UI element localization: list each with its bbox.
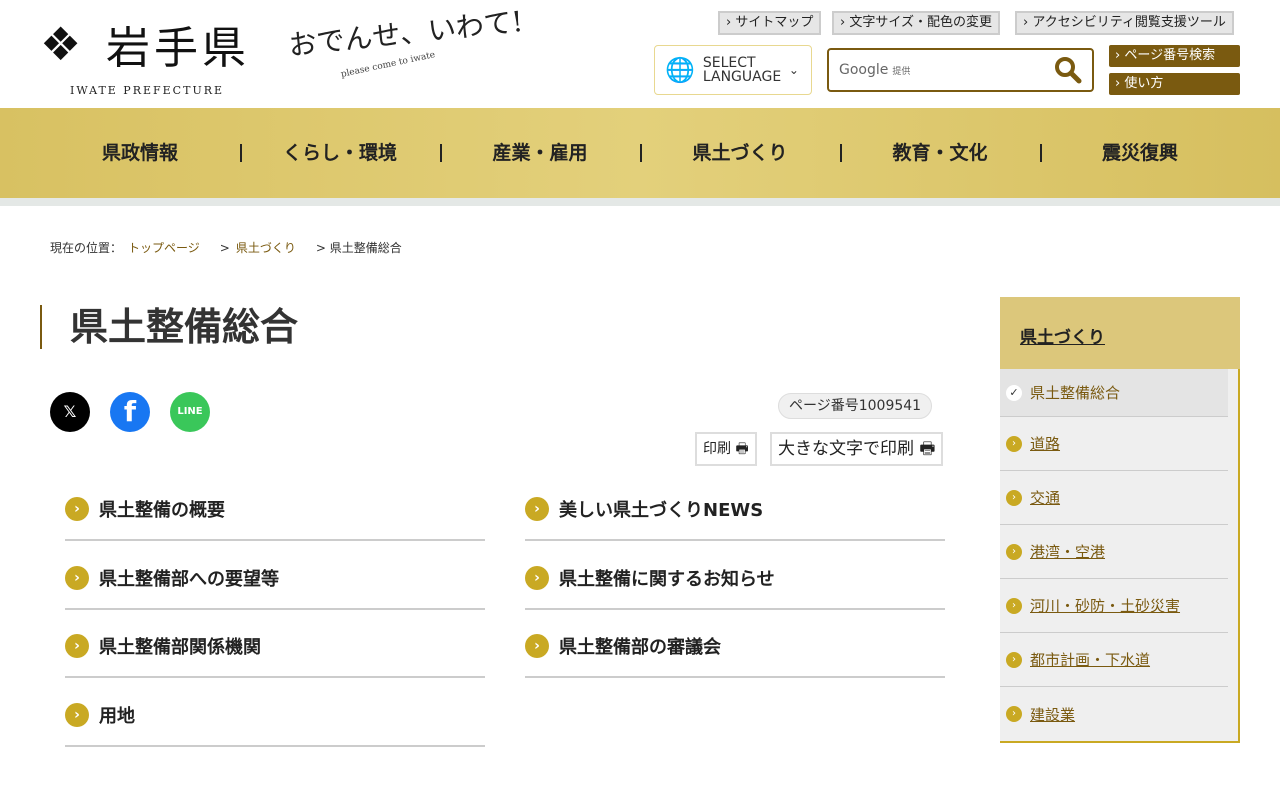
nav-item[interactable]: 県政情報 — [40, 108, 240, 198]
content-link[interactable]: › 県土整備部への要望等 — [65, 541, 485, 610]
link-label: 県土整備部関係機関 — [99, 636, 261, 658]
sidebar-heading: 県土づくり — [1000, 297, 1240, 369]
sitemap-link[interactable]: › サイトマップ — [718, 11, 822, 35]
nav-item[interactable]: 産業・雇用 — [440, 108, 640, 198]
sidebar-item-label: 道路 — [1030, 435, 1061, 453]
site-logo[interactable]: ❖ 岩手県 — [40, 12, 250, 76]
logo-text: 岩手県 — [106, 23, 250, 74]
link-label: 用地 — [99, 705, 135, 727]
prefecture-emblem-icon: ❖ — [40, 17, 82, 71]
chevron-right-icon: › — [525, 496, 549, 521]
sidebar-list: ✓ 県土整備総合 › 道路 › 交通 › 港湾・空港 › 河川・砂防・土砂災害 › 都市計画… — [1000, 369, 1240, 743]
button-label: 印刷 — [703, 441, 731, 457]
content-link[interactable]: › 県土整備部の審議会 — [525, 609, 945, 678]
breadcrumb-link[interactable]: トップページ — [128, 241, 200, 255]
content-link[interactable]: › 県土整備部関係機関 — [65, 609, 485, 678]
howto-button[interactable]: › 使い方 — [1109, 73, 1240, 95]
link-label: 県土整備部への要望等 — [99, 568, 279, 590]
chevron-right-icon: › — [1006, 597, 1022, 614]
chevron-right-icon: › — [1006, 543, 1022, 560]
breadcrumb-current: 県土整備総合 — [329, 241, 402, 255]
facebook-share-icon[interactable]: f — [110, 392, 150, 432]
printer-icon: 🖶 — [735, 441, 749, 457]
sidebar: 県土づくり ✓ 県土整備総合 › 道路 › 交通 › 港湾・空港 › 河川・砂防・土砂災害… — [1000, 297, 1240, 743]
sidebar-item[interactable]: › 交通 — [1000, 471, 1228, 525]
nav-item[interactable]: 教育・文化 — [840, 108, 1040, 198]
link-label: アクセシビリティ閲覧支援ツール — [1032, 15, 1226, 30]
chevron-right-icon: › — [65, 633, 89, 658]
chevron-right-icon: › — [1006, 651, 1022, 668]
printer-icon: 🖶 — [919, 439, 936, 459]
sidebar-item[interactable]: › 道路 — [1000, 417, 1228, 471]
chevron-right-icon: › — [525, 565, 549, 590]
link-label: サイトマップ — [735, 15, 814, 30]
global-nav: 県政情報 くらし・環境 産業・雇用 県土づくり 教育・文化 震災復興 — [0, 108, 1280, 198]
accessibility-link[interactable]: › アクセシビリティ閲覧支援ツール — [1015, 11, 1234, 35]
chevron-right-icon: › — [1006, 435, 1022, 452]
sidebar-item-label: 港湾・空港 — [1030, 543, 1106, 561]
chevron-right-icon: › — [525, 633, 549, 658]
sidebar-item[interactable]: › 河川・砂防・土砂災害 — [1000, 579, 1228, 633]
button-label: 使い方 — [1124, 76, 1164, 91]
sidebar-item-label: 都市計画・下水道 — [1030, 651, 1151, 669]
chevron-right-icon: › — [65, 565, 89, 590]
chevron-right-icon: › — [1006, 489, 1022, 506]
page-number-badge: ページ番号1009541 — [778, 393, 933, 419]
content-link[interactable]: › 用地 — [65, 678, 485, 747]
page-number-search-button[interactable]: › ページ番号検索 — [1109, 45, 1240, 67]
sidebar-item-current[interactable]: ✓ 県土整備総合 — [1000, 369, 1228, 417]
nav-item[interactable]: くらし・環境 — [240, 108, 440, 198]
logo-subtitle: IWATE PREFECTURE — [70, 84, 225, 97]
sidebar-item-label: 建設業 — [1030, 705, 1076, 724]
content-link[interactable]: › 美しい県土づくりNEWS — [525, 472, 945, 541]
font-color-link[interactable]: › 文字サイズ・配色の変更 — [832, 11, 1000, 35]
search-icon[interactable] — [1054, 56, 1082, 84]
sidebar-item[interactable]: › 都市計画・下水道 — [1000, 633, 1228, 687]
link-label: 県土整備の概要 — [99, 499, 225, 521]
content-link[interactable]: › 県土整備に関するお知らせ — [525, 541, 945, 610]
chevron-right-icon: › — [65, 702, 89, 727]
x-share-icon[interactable]: 𝕏 — [50, 392, 90, 432]
link-label: 文字サイズ・配色の変更 — [849, 15, 992, 30]
search-placeholder: Google 提供 — [839, 62, 911, 78]
chevron-right-icon: › — [1006, 706, 1022, 722]
breadcrumb-label: 現在の位置： — [50, 241, 123, 255]
catchphrase: おでんせ、いわて! — [287, 4, 525, 63]
breadcrumb-link[interactable]: 県土づくり — [236, 241, 296, 255]
print-button[interactable]: 印刷 🖶 — [695, 432, 757, 466]
sidebar-item-label: 交通 — [1030, 489, 1061, 507]
chevron-down-icon: ⌄ — [788, 63, 799, 77]
link-label: 県土整備部の審議会 — [559, 636, 721, 658]
check-icon: ✓ — [1006, 384, 1022, 401]
button-label: ページ番号検索 — [1124, 48, 1216, 63]
link-label: 県土整備に関するお知らせ — [559, 568, 775, 590]
page-title: 県土整備総合 — [40, 305, 298, 349]
sidebar-item[interactable]: › 港湾・空港 — [1000, 525, 1228, 579]
site-header: ❖ 岩手県 IWATE PREFECTURE おでんせ、いわて! please … — [0, 0, 1280, 108]
chevron-right-icon: › — [65, 496, 89, 521]
nav-divider — [0, 198, 1280, 206]
button-label: 大きな文字で印刷 — [778, 439, 914, 459]
nav-item[interactable]: 県土づくり — [640, 108, 840, 198]
language-label: SELECT LANGUAGE — [702, 55, 782, 85]
nav-item[interactable]: 震災復興 — [1040, 108, 1240, 198]
globe-icon: 🌐 — [665, 56, 695, 84]
sidebar-heading-link[interactable]: 県土づくり — [1020, 328, 1105, 348]
breadcrumb: 現在の位置： トップページ > 県土づくり > 県土整備総合 — [50, 241, 402, 255]
search-input[interactable]: Google 提供 — [827, 48, 1094, 92]
content-link[interactable]: › 県土整備の概要 — [65, 472, 485, 541]
line-share-icon[interactable]: LINE — [170, 392, 210, 432]
sidebar-item-label: 河川・砂防・土砂災害 — [1030, 597, 1181, 615]
print-large-button[interactable]: 大きな文字で印刷 🖶 — [770, 432, 944, 466]
link-label: 美しい県土づくりNEWS — [559, 499, 764, 521]
language-select[interactable]: 🌐 SELECT LANGUAGE ⌄ — [654, 45, 812, 95]
sidebar-item-label: 県土整備総合 — [1030, 384, 1121, 402]
sidebar-item[interactable]: › 建設業 — [1000, 687, 1228, 741]
